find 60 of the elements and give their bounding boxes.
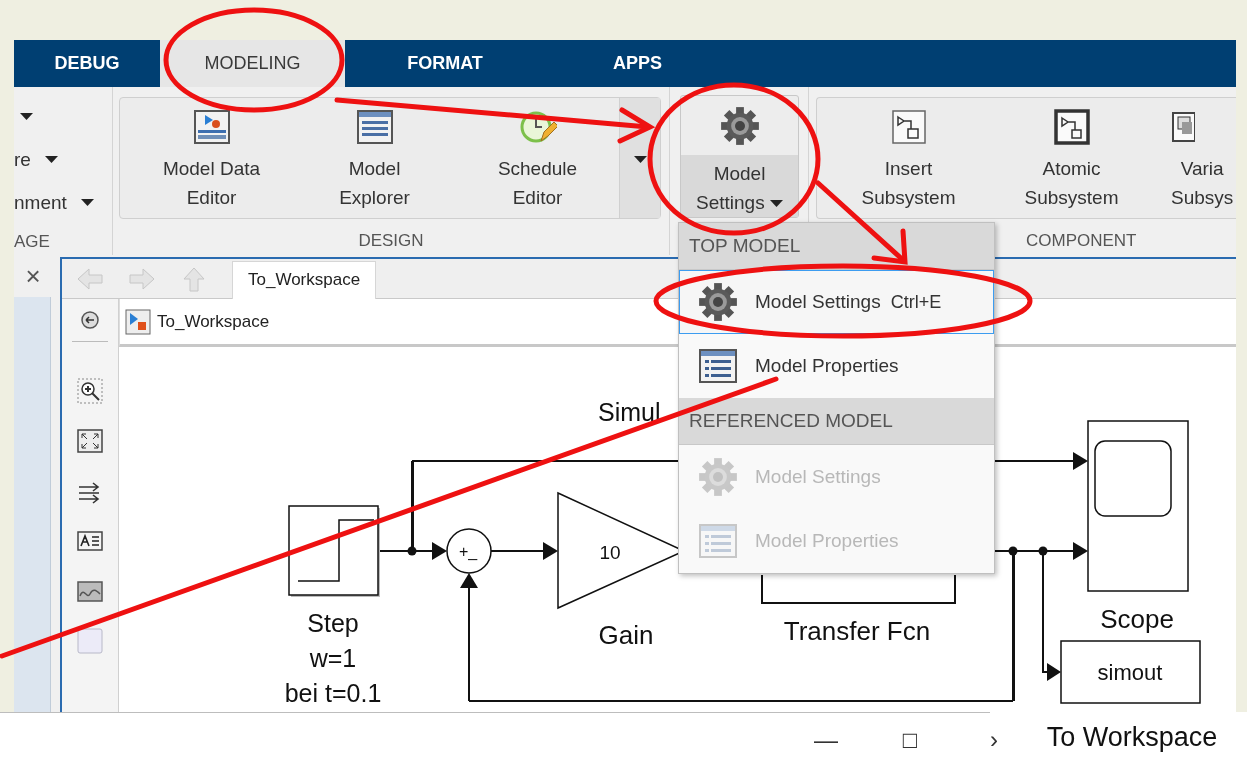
transfer-fcn-label: Transfer Fcn	[783, 616, 931, 646]
gear-icon	[698, 282, 738, 322]
data-table-icon	[192, 108, 231, 146]
atomic-subsystem-icon	[1052, 108, 1091, 146]
ribbon-tab[interactable]: DEBUG	[14, 40, 160, 87]
area-icon[interactable]	[77, 628, 103, 654]
caret-icon	[769, 200, 783, 208]
sum-signs: +_	[458, 543, 478, 560]
window-list-icon	[355, 108, 394, 146]
menu-item[interactable]: Model Properties	[679, 334, 994, 398]
sum-block	[446, 528, 492, 574]
ribbon-button[interactable]: Varia Subsys	[1153, 98, 1236, 218]
window-list-icon	[698, 521, 738, 561]
ribbon-tab[interactable]: MODELING	[160, 40, 345, 87]
junction-dot	[1038, 546, 1048, 556]
to-workspace-label: To Workspace	[1046, 722, 1218, 752]
ribbon-button[interactable]: Schedule Editor	[456, 98, 619, 218]
scope-label: Scope	[1100, 604, 1174, 634]
dropdown-button[interactable]: re	[14, 138, 58, 181]
fit-view-icon[interactable]	[77, 428, 103, 454]
gear-icon	[719, 105, 760, 146]
ribbon-button[interactable]: Model Data Editor	[130, 98, 293, 218]
ribbon-button[interactable]: Atomic Subsystem	[990, 98, 1153, 218]
close-button[interactable]: ×	[14, 255, 52, 297]
gain-label: Gain	[598, 620, 654, 650]
to-workspace-value: simout	[1097, 660, 1163, 685]
menu-section-header: REFERENCED MODEL	[689, 410, 893, 432]
diagram-title: Simul	[598, 398, 661, 426]
text-annotation-icon[interactable]	[77, 528, 103, 554]
ribbon-tab[interactable]: APPS	[545, 40, 730, 87]
image-icon[interactable]	[77, 578, 103, 604]
dropdown-button[interactable]: nment	[14, 181, 94, 224]
caret-icon	[80, 199, 94, 206]
junction-dot	[407, 546, 417, 556]
menu-section-header: TOP MODEL	[689, 235, 801, 257]
gear-icon	[698, 457, 738, 497]
model-icon	[125, 308, 151, 335]
model-settings-button[interactable]: Model Settings	[680, 95, 799, 218]
gain-value: 10	[599, 542, 621, 563]
zoom-icon[interactable]	[77, 378, 103, 404]
ribbon-button[interactable]: Model Explorer	[293, 98, 456, 218]
subsystem-icon	[889, 108, 928, 146]
section-title: AGE	[14, 231, 50, 252]
section-title: COMPONENT	[1026, 231, 1137, 251]
step-label: Step w=1 bei t=0.1	[284, 609, 382, 707]
signal-line	[490, 542, 558, 560]
section-title: DESIGN	[358, 231, 424, 251]
editor-tab[interactable]: To_Workspace	[232, 260, 377, 299]
menu-item[interactable]: Model Settings Ctrl+E	[679, 270, 994, 334]
ribbon-button[interactable]: Insert Subsystem	[827, 98, 990, 218]
ribbon-tab[interactable]: FORMAT	[345, 40, 545, 87]
caret-icon	[44, 156, 58, 163]
window-control[interactable]: —	[806, 725, 846, 754]
window-list-icon	[698, 346, 738, 386]
caret-icon	[20, 113, 33, 120]
caret-icon	[633, 156, 647, 163]
junction-dot	[1008, 546, 1018, 556]
window-control[interactable]: □	[890, 725, 930, 754]
window-control[interactable]: ›	[974, 725, 1014, 754]
breadcrumb[interactable]: To_Workspace	[157, 311, 270, 332]
